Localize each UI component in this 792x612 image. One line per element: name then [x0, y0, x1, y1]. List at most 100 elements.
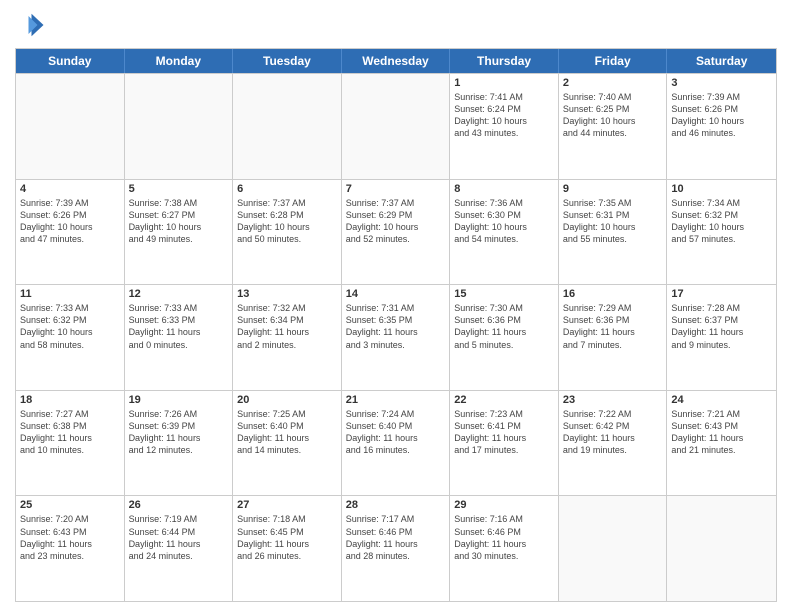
day-info: Sunrise: 7:27 AM Sunset: 6:38 PM Dayligh… [20, 408, 120, 457]
day-info: Sunrise: 7:34 AM Sunset: 6:32 PM Dayligh… [671, 197, 772, 246]
day-cell-29: 29 Sunrise: 7:16 AM Sunset: 6:46 PM Dayli… [450, 496, 559, 601]
day-cell-24: 24 Sunrise: 7:21 AM Sunset: 6:43 PM Dayli… [667, 391, 776, 496]
header-day-sunday: Sunday [16, 49, 125, 73]
day-info: Sunrise: 7:22 AM Sunset: 6:42 PM Dayligh… [563, 408, 663, 457]
day-info: Sunrise: 7:39 AM Sunset: 6:26 PM Dayligh… [20, 197, 120, 246]
day-number: 11 [20, 288, 120, 300]
day-info: Sunrise: 7:31 AM Sunset: 6:35 PM Dayligh… [346, 302, 446, 351]
day-number: 16 [563, 288, 663, 300]
day-number: 24 [671, 394, 772, 406]
header-day-monday: Monday [125, 49, 234, 73]
day-number: 10 [671, 183, 772, 195]
day-cell-13: 13 Sunrise: 7:32 AM Sunset: 6:34 PM Dayli… [233, 285, 342, 390]
day-cell-10: 10 Sunrise: 7:34 AM Sunset: 6:32 PM Dayli… [667, 180, 776, 285]
week-row-5: 25 Sunrise: 7:20 AM Sunset: 6:43 PM Dayli… [16, 495, 776, 601]
day-number: 20 [237, 394, 337, 406]
day-number: 19 [129, 394, 229, 406]
day-info: Sunrise: 7:30 AM Sunset: 6:36 PM Dayligh… [454, 302, 554, 351]
day-number: 15 [454, 288, 554, 300]
day-cell-11: 11 Sunrise: 7:33 AM Sunset: 6:32 PM Dayli… [16, 285, 125, 390]
week-row-4: 18Sunrise: 7:27 AM Sunset: 6:38 PM Dayli… [16, 390, 776, 496]
day-cell-9: 9 Sunrise: 7:35 AM Sunset: 6:31 PM Daylig… [559, 180, 668, 285]
day-number: 9 [563, 183, 663, 195]
day-info: Sunrise: 7:37 AM Sunset: 6:29 PM Dayligh… [346, 197, 446, 246]
header-day-thursday: Thursday [450, 49, 559, 73]
day-cell-15: 15 Sunrise: 7:30 AM Sunset: 6:36 PM Dayli… [450, 285, 559, 390]
day-info: Sunrise: 7:39 AM Sunset: 6:26 PM Dayligh… [671, 91, 772, 140]
day-number: 26 [129, 499, 229, 511]
day-cell-18: 18Sunrise: 7:27 AM Sunset: 6:38 PM Dayli… [16, 391, 125, 496]
day-cell-27: 27 Sunrise: 7:18 AM Sunset: 6:45 PM Dayli… [233, 496, 342, 601]
day-number: 28 [346, 499, 446, 511]
calendar-header: SundayMondayTuesdayWednesdayThursdayFrid… [16, 49, 776, 73]
day-number: 3 [671, 77, 772, 89]
logo-icon [15, 10, 45, 40]
day-cell-2: 2 Sunrise: 7:40 AM Sunset: 6:25 PM Daylig… [559, 74, 668, 179]
day-number: 22 [454, 394, 554, 406]
day-number: 27 [237, 499, 337, 511]
day-info: Sunrise: 7:40 AM Sunset: 6:25 PM Dayligh… [563, 91, 663, 140]
day-info: Sunrise: 7:19 AM Sunset: 6:44 PM Dayligh… [129, 513, 229, 562]
day-number: 4 [20, 183, 120, 195]
header-day-tuesday: Tuesday [233, 49, 342, 73]
day-number: 12 [129, 288, 229, 300]
day-cell-20: 20 Sunrise: 7:25 AM Sunset: 6:40 PM Dayli… [233, 391, 342, 496]
day-cell-7: 7 Sunrise: 7:37 AM Sunset: 6:29 PM Daylig… [342, 180, 451, 285]
header-day-saturday: Saturday [667, 49, 776, 73]
week-row-1: 1Sunrise: 7:41 AM Sunset: 6:24 PM Daylig… [16, 73, 776, 179]
day-number: 25 [20, 499, 120, 511]
day-info: Sunrise: 7:36 AM Sunset: 6:30 PM Dayligh… [454, 197, 554, 246]
day-number: 1 [454, 77, 554, 89]
day-info: Sunrise: 7:35 AM Sunset: 6:31 PM Dayligh… [563, 197, 663, 246]
calendar: SundayMondayTuesdayWednesdayThursdayFrid… [15, 48, 777, 602]
day-cell-19: 19Sunrise: 7:26 AM Sunset: 6:39 PM Dayli… [125, 391, 234, 496]
header-day-friday: Friday [559, 49, 668, 73]
day-cell-3: 3 Sunrise: 7:39 AM Sunset: 6:26 PM Daylig… [667, 74, 776, 179]
day-cell-26: 26 Sunrise: 7:19 AM Sunset: 6:44 PM Dayli… [125, 496, 234, 601]
day-number: 7 [346, 183, 446, 195]
day-info: Sunrise: 7:20 AM Sunset: 6:43 PM Dayligh… [20, 513, 120, 562]
day-info: Sunrise: 7:21 AM Sunset: 6:43 PM Dayligh… [671, 408, 772, 457]
day-info: Sunrise: 7:28 AM Sunset: 6:37 PM Dayligh… [671, 302, 772, 351]
day-info: Sunrise: 7:33 AM Sunset: 6:32 PM Dayligh… [20, 302, 120, 351]
calendar-body: 1Sunrise: 7:41 AM Sunset: 6:24 PM Daylig… [16, 73, 776, 601]
day-info: Sunrise: 7:18 AM Sunset: 6:45 PM Dayligh… [237, 513, 337, 562]
day-cell-25: 25 Sunrise: 7:20 AM Sunset: 6:43 PM Dayli… [16, 496, 125, 601]
day-cell-22: 22 Sunrise: 7:23 AM Sunset: 6:41 PM Dayli… [450, 391, 559, 496]
day-info: Sunrise: 7:37 AM Sunset: 6:28 PM Dayligh… [237, 197, 337, 246]
day-cell-17: 17Sunrise: 7:28 AM Sunset: 6:37 PM Dayli… [667, 285, 776, 390]
day-cell-empty-0-1 [125, 74, 234, 179]
day-info: Sunrise: 7:16 AM Sunset: 6:46 PM Dayligh… [454, 513, 554, 562]
day-number: 14 [346, 288, 446, 300]
day-info: Sunrise: 7:33 AM Sunset: 6:33 PM Dayligh… [129, 302, 229, 351]
day-cell-8: 8 Sunrise: 7:36 AM Sunset: 6:30 PM Daylig… [450, 180, 559, 285]
logo [15, 10, 49, 40]
day-cell-empty-0-0 [16, 74, 125, 179]
day-cell-23: 23 Sunrise: 7:22 AM Sunset: 6:42 PM Dayli… [559, 391, 668, 496]
day-number: 23 [563, 394, 663, 406]
day-number: 13 [237, 288, 337, 300]
day-info: Sunrise: 7:25 AM Sunset: 6:40 PM Dayligh… [237, 408, 337, 457]
day-number: 21 [346, 394, 446, 406]
day-cell-16: 16 Sunrise: 7:29 AM Sunset: 6:36 PM Dayli… [559, 285, 668, 390]
day-cell-empty-0-2 [233, 74, 342, 179]
day-info: Sunrise: 7:23 AM Sunset: 6:41 PM Dayligh… [454, 408, 554, 457]
day-cell-21: 21Sunrise: 7:24 AM Sunset: 6:40 PM Dayli… [342, 391, 451, 496]
day-number: 5 [129, 183, 229, 195]
page: SundayMondayTuesdayWednesdayThursdayFrid… [0, 0, 792, 612]
day-cell-4: 4 Sunrise: 7:39 AM Sunset: 6:26 PM Daylig… [16, 180, 125, 285]
week-row-2: 4 Sunrise: 7:39 AM Sunset: 6:26 PM Daylig… [16, 179, 776, 285]
day-cell-5: 5Sunrise: 7:38 AM Sunset: 6:27 PM Daylig… [125, 180, 234, 285]
day-info: Sunrise: 7:17 AM Sunset: 6:46 PM Dayligh… [346, 513, 446, 562]
day-cell-28: 28 Sunrise: 7:17 AM Sunset: 6:46 PM Dayli… [342, 496, 451, 601]
day-number: 8 [454, 183, 554, 195]
week-row-3: 11 Sunrise: 7:33 AM Sunset: 6:32 PM Dayli… [16, 284, 776, 390]
day-number: 2 [563, 77, 663, 89]
day-cell-empty-4-5 [559, 496, 668, 601]
day-cell-1: 1Sunrise: 7:41 AM Sunset: 6:24 PM Daylig… [450, 74, 559, 179]
day-cell-14: 14 Sunrise: 7:31 AM Sunset: 6:35 PM Dayli… [342, 285, 451, 390]
day-number: 29 [454, 499, 554, 511]
day-info: Sunrise: 7:29 AM Sunset: 6:36 PM Dayligh… [563, 302, 663, 351]
day-info: Sunrise: 7:32 AM Sunset: 6:34 PM Dayligh… [237, 302, 337, 351]
day-cell-empty-4-6 [667, 496, 776, 601]
